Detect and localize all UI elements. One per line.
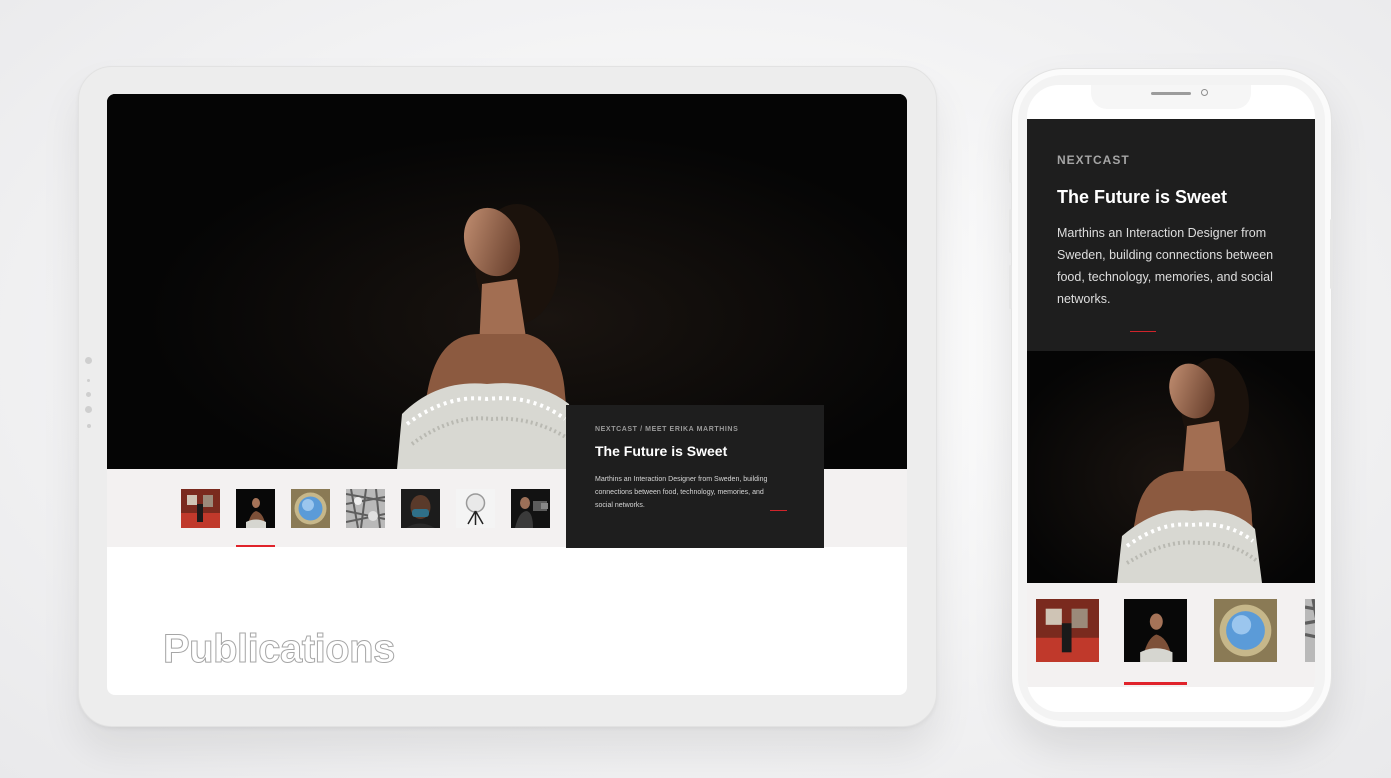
phone-feature-card[interactable]: NEXTCAST The Future is Sweet Marthins an… xyxy=(1027,119,1315,351)
woman-looking-up-photo xyxy=(1027,351,1315,583)
phone-thumbnail-blue-circle[interactable] xyxy=(1214,599,1277,662)
woman-portrait-thumbnail-image xyxy=(1124,599,1187,662)
red-gallery-thumbnail-image xyxy=(181,489,220,528)
section-title: Publications xyxy=(163,627,396,672)
glass-sculpture-thumbnail-image xyxy=(456,489,495,528)
tablet-sensor-dot xyxy=(85,406,92,413)
phone-thumbnail-patterned-texture[interactable] xyxy=(1305,599,1315,662)
blue-circle-thumbnail-image xyxy=(1214,599,1277,662)
phone-card-breadcrumb[interactable]: NEXTCAST xyxy=(1057,153,1130,167)
card-title: The Future is Sweet xyxy=(595,443,728,459)
phone-active-thumbnail-indicator xyxy=(1124,682,1187,685)
card-description: Marthins an Interaction Designer from Sw… xyxy=(595,476,768,509)
phone-thumbnail-red-gallery[interactable] xyxy=(1036,599,1099,662)
phone-side-button xyxy=(1009,265,1012,309)
phone-hero-image xyxy=(1027,351,1315,583)
phone-card-title: The Future is Sweet xyxy=(1057,187,1228,207)
patterned-texture-thumbnail-image xyxy=(346,489,385,528)
front-camera xyxy=(1201,89,1208,96)
active-thumbnail-indicator xyxy=(236,545,275,547)
tablet-sensor-dot xyxy=(87,379,90,382)
blue-circle-thumbnail-image xyxy=(291,489,330,528)
thumbnail-patterned-texture[interactable] xyxy=(346,489,385,528)
phone-side-button xyxy=(1009,159,1012,183)
tablet-sensor-dot xyxy=(85,357,92,364)
thumbnail-blue-circle[interactable] xyxy=(291,489,330,528)
thumbnail-camera-operator[interactable] xyxy=(511,489,550,528)
phone-card-description: Marthins an Interaction Designer from Sw… xyxy=(1057,226,1274,306)
camera-operator-thumbnail-image xyxy=(511,489,550,528)
phone-notch xyxy=(1091,85,1251,109)
woman-portrait-thumbnail-image xyxy=(236,489,275,528)
phone-thumbnail-woman-portrait[interactable] xyxy=(1124,599,1187,662)
thumbnail-glass-sculpture[interactable] xyxy=(456,489,495,528)
red-gallery-thumbnail-image xyxy=(1036,599,1099,662)
patterned-texture-thumbnail-image xyxy=(1305,599,1315,662)
phone-side-button xyxy=(1009,209,1012,253)
thumbnail-woman-portrait[interactable] xyxy=(236,489,275,528)
tablet-sensor-dot xyxy=(87,424,91,428)
feature-card[interactable]: NEXTCAST / MEET ERIKA MARTHINS The Futur… xyxy=(566,405,824,548)
read-more-line[interactable] xyxy=(770,510,787,511)
masked-person-thumbnail-image xyxy=(401,489,440,528)
card-breadcrumb[interactable]: NEXTCAST / MEET ERIKA MARTHINS xyxy=(595,426,796,433)
thumbnail-red-gallery[interactable] xyxy=(181,489,220,528)
phone-side-button xyxy=(1330,219,1333,289)
thumbnail-masked-person[interactable] xyxy=(401,489,440,528)
speaker-grille xyxy=(1151,92,1191,95)
tablet-screen: NEXTCAST / MEET ERIKA MARTHINS The Futur… xyxy=(107,94,907,695)
phone-read-more-line[interactable] xyxy=(1130,331,1156,332)
tablet-sensor-dot xyxy=(86,392,91,397)
phone-screen: NEXTCAST The Future is Sweet Marthins an… xyxy=(1027,85,1315,712)
